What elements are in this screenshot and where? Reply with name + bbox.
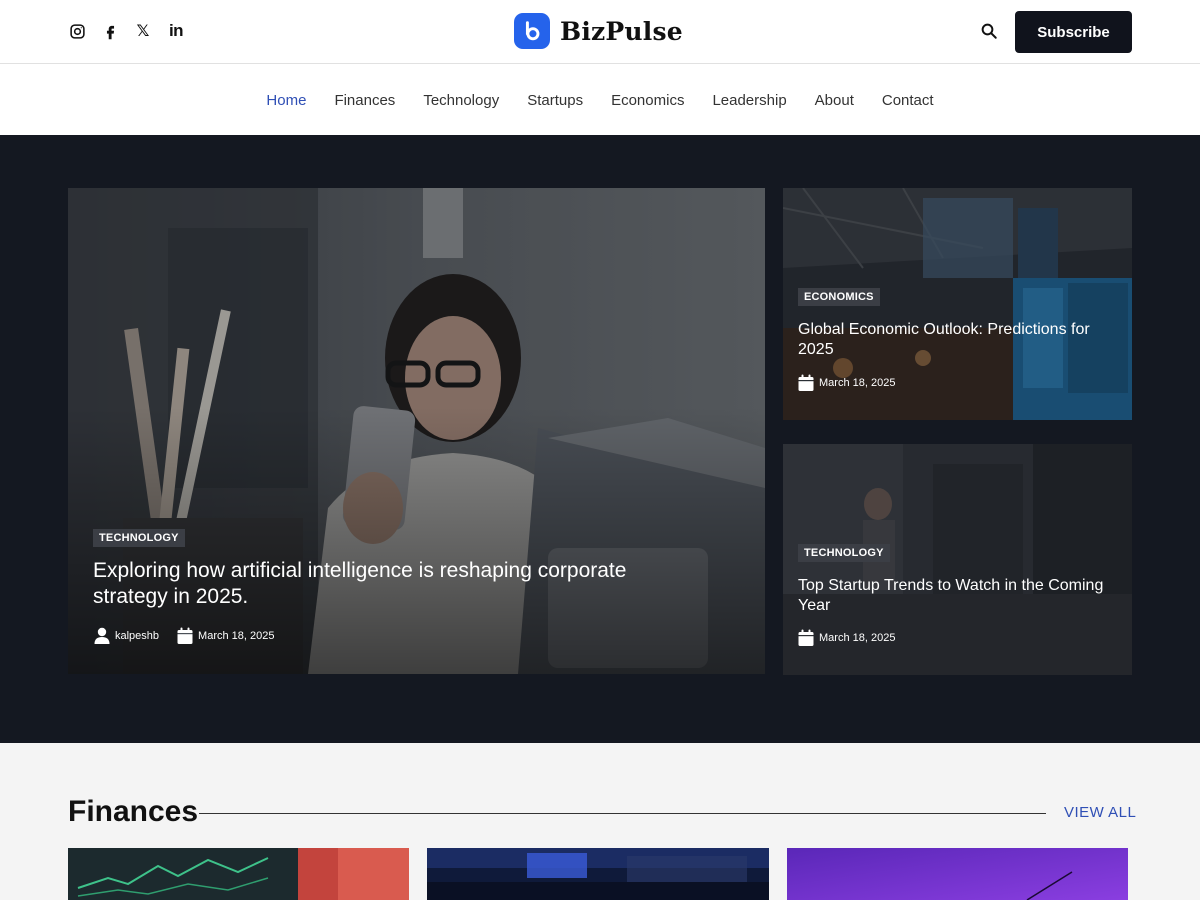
logo-icon [514, 13, 550, 49]
view-all-link[interactable]: VIEW ALL [1064, 804, 1136, 821]
featured-main-card[interactable]: TECHNOLOGY Exploring how artificial inte… [68, 188, 765, 674]
section-title: Finances [68, 795, 199, 828]
date-meta: March 18, 2025 [798, 629, 895, 646]
instagram-icon[interactable] [68, 22, 86, 40]
featured-side-title[interactable]: Top Startup Trends to Watch in the Comin… [798, 576, 1118, 616]
date-meta: March 18, 2025 [177, 627, 274, 644]
featured-side-card[interactable]: TECHNOLOGY Top Startup Trends to Watch i… [783, 444, 1132, 675]
thumbnail-image [427, 848, 769, 900]
featured-side-card[interactable]: ECONOMICS Global Economic Outlook: Predi… [783, 188, 1132, 420]
facebook-icon[interactable] [101, 22, 119, 40]
linkedin-icon[interactable]: in [167, 22, 185, 40]
post-date: March 18, 2025 [819, 376, 896, 389]
post-meta: March 18, 2025 [798, 374, 913, 391]
section-divider [199, 813, 1046, 814]
author-meta: kalpeshb [94, 627, 159, 644]
nav-item-technology[interactable]: Technology [423, 92, 499, 109]
category-badge[interactable]: ECONOMICS [798, 288, 880, 306]
featured-main-title[interactable]: Exploring how artificial intelligence is… [93, 558, 653, 610]
main-nav: Home Finances Technology Startups Econom… [0, 65, 1200, 135]
nav-item-startups[interactable]: Startups [527, 92, 583, 109]
date-meta: March 18, 2025 [798, 374, 895, 391]
article-thumbnail[interactable] [787, 848, 1128, 900]
thumbnail-image [787, 848, 1128, 900]
nav-item-leadership[interactable]: Leadership [712, 92, 786, 109]
brand-logo[interactable]: BizPulse [514, 13, 683, 49]
nav-item-contact[interactable]: Contact [882, 92, 934, 109]
nav-item-economics[interactable]: Economics [611, 92, 684, 109]
post-meta: kalpeshb March 18, 2025 [94, 627, 292, 644]
thumbnail-image [68, 848, 409, 900]
nav-item-finances[interactable]: Finances [334, 92, 395, 109]
brand-name: BizPulse [560, 16, 683, 46]
x-icon[interactable]: 𝕏 [134, 22, 152, 40]
category-badge[interactable]: TECHNOLOGY [798, 544, 890, 562]
search-icon[interactable] [978, 20, 1000, 42]
author-name[interactable]: kalpeshb [115, 630, 159, 642]
user-icon [94, 627, 110, 644]
calendar-icon [798, 629, 814, 646]
nav-item-home[interactable]: Home [266, 92, 306, 109]
social-links: 𝕏 in [68, 22, 200, 40]
post-date: March 18, 2025 [819, 631, 896, 644]
post-date: March 18, 2025 [198, 629, 275, 642]
post-meta: March 18, 2025 [798, 629, 913, 646]
article-thumbnail[interactable] [68, 848, 409, 900]
site-header: 𝕏 in BizPulse Subscribe [0, 0, 1200, 64]
calendar-icon [177, 627, 193, 644]
article-thumbnail[interactable] [427, 848, 769, 900]
nav-item-about[interactable]: About [815, 92, 854, 109]
calendar-icon [798, 374, 814, 391]
subscribe-button[interactable]: Subscribe [1015, 11, 1132, 53]
finances-section: Finances VIEW ALL [0, 743, 1200, 900]
category-badge[interactable]: TECHNOLOGY [93, 529, 185, 547]
featured-side-title[interactable]: Global Economic Outlook: Predictions for… [798, 320, 1118, 360]
featured-section: TECHNOLOGY Exploring how artificial inte… [0, 135, 1200, 743]
